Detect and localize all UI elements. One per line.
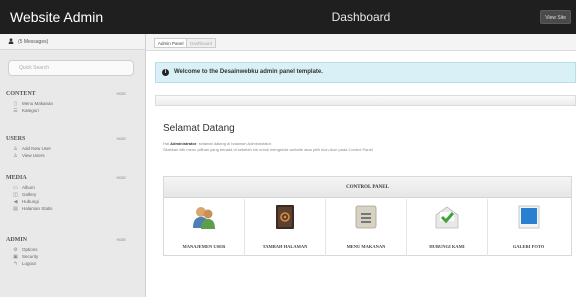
page-icon: ▤ bbox=[13, 206, 18, 212]
alert-text: Welcome to the Desainwebku admin panel t… bbox=[174, 69, 323, 75]
welcome-line2: Silahkan klik menu pilihan yang berada d… bbox=[163, 147, 373, 152]
control-panel: CONTROL PANEL MANAJEMEN USER TAMBAH HALA… bbox=[163, 176, 572, 256]
sidebar-item-label: Kategori bbox=[22, 108, 39, 113]
panel-item-label: GALERI FOTO bbox=[512, 244, 545, 249]
section-users: USERS HIDE ♙ Add New User ♙ View Users bbox=[0, 133, 146, 159]
sidebar-item-security[interactable]: ▣ Security bbox=[0, 253, 146, 260]
panel-item-menu-makanan[interactable]: MENU MAKANAN bbox=[326, 199, 407, 256]
tab-dashboard[interactable]: Dashboard bbox=[186, 38, 217, 48]
sidebar-item-label: Options bbox=[22, 247, 38, 252]
sidebar-item-hubungi[interactable]: ◀ Hubungi bbox=[0, 198, 146, 205]
welcome-line1-rest: , selamat datang di halaman Administrato… bbox=[196, 141, 272, 146]
sidebar-item-add-new-user[interactable]: ♙ Add New User bbox=[0, 145, 146, 152]
messages-link[interactable]: (5 Messages) bbox=[0, 34, 145, 50]
toolbar-strip bbox=[155, 95, 576, 106]
panel-item-tambah-halaman[interactable]: TAMBAH HALAMAN bbox=[245, 199, 326, 256]
sidebar-item-menu-makanan[interactable]: ▯ Menu Makanan bbox=[0, 100, 146, 107]
sidebar-item-label: Gallery bbox=[22, 192, 37, 197]
sidebar-item-label: Add New User bbox=[22, 146, 52, 151]
logout-icon: ↰ bbox=[13, 261, 18, 267]
users-icon bbox=[193, 207, 215, 229]
address-book-icon bbox=[276, 205, 294, 229]
page-title: Dashboard bbox=[331, 10, 391, 24]
info-icon: i bbox=[162, 69, 169, 76]
panel-item-label: TAMBAH HALAMAN bbox=[262, 244, 308, 249]
site-brand[interactable]: Website Admin bbox=[0, 0, 146, 34]
messages-label: (5 Messages) bbox=[18, 39, 49, 45]
view-site-button[interactable]: View Site bbox=[540, 10, 571, 24]
section-admin: ADMIN HIDE ⚙ Options ▣ Security ↰ Logout bbox=[0, 234, 146, 267]
document-icon bbox=[355, 205, 377, 229]
hide-link[interactable]: HIDE bbox=[116, 234, 126, 246]
sidebar-item-label: Halaman Statis bbox=[22, 206, 53, 211]
sidebar-item-label: Menu Makanan bbox=[22, 101, 54, 106]
section-title: MEDIA bbox=[6, 175, 27, 181]
section-content: CONTENT HIDE ▯ Menu Makanan ☰ Kategori bbox=[0, 88, 146, 114]
section-title: ADMIN bbox=[6, 237, 27, 243]
sidebar-item-label: Logout bbox=[22, 261, 36, 266]
section-title: USERS bbox=[6, 136, 26, 142]
mail-icon bbox=[435, 206, 459, 229]
welcome-alert: i Welcome to the Desainwebku admin panel… bbox=[155, 62, 576, 83]
sidebar-item-view-users[interactable]: ♙ View Users bbox=[0, 152, 146, 159]
section-title: CONTENT bbox=[6, 91, 36, 97]
hide-link[interactable]: HIDE bbox=[116, 133, 126, 145]
welcome-username: Administrator bbox=[170, 141, 197, 146]
sidebar-item-label: Album bbox=[22, 185, 35, 190]
welcome-heading: Selamat Datang bbox=[163, 123, 235, 134]
breadcrumb: Admin Panel Dashboard bbox=[146, 34, 576, 51]
sidebar: (5 Messages) Quick Search CONTENT HIDE ▯ M… bbox=[0, 34, 146, 297]
sidebar-item-halaman-statis[interactable]: ▤ Halaman Statis bbox=[0, 205, 146, 212]
panel-item-label: HUBUNGI KAMI bbox=[429, 244, 465, 249]
users-icon: ♙ bbox=[13, 153, 18, 159]
panel-item-label: MANAJEMEN USER bbox=[182, 244, 226, 249]
sidebar-item-kategori[interactable]: ☰ Kategori bbox=[0, 107, 146, 114]
top-header: Website Admin Dashboard View Site bbox=[0, 0, 576, 34]
panel-item-hubungi-kami[interactable]: HUBUNGI KAMI bbox=[407, 199, 488, 256]
sidebar-item-label: Security bbox=[22, 254, 39, 259]
panel-item-galeri-foto[interactable]: GALERI FOTO bbox=[488, 199, 569, 256]
hide-link[interactable]: HIDE bbox=[116, 172, 126, 184]
panel-item-label: MENU MAKANAN bbox=[346, 244, 386, 249]
sidebar-item-label: View Users bbox=[22, 153, 45, 158]
list-icon: ☰ bbox=[13, 108, 18, 114]
sidebar-item-album[interactable]: ▭ Album bbox=[0, 184, 146, 191]
tab-admin-panel[interactable]: Admin Panel bbox=[154, 38, 188, 48]
photo-icon bbox=[518, 205, 539, 229]
sidebar-item-gallery[interactable]: ◫ Gallery bbox=[0, 191, 146, 198]
sidebar-item-options[interactable]: ⚙ Options bbox=[0, 246, 146, 253]
search-input[interactable]: Quick Search bbox=[8, 60, 134, 76]
section-media: MEDIA HIDE ▭ Album ◫ Gallery ◀ Hubungi ▤ Hala… bbox=[0, 172, 146, 212]
sidebar-item-label: Hubungi bbox=[22, 199, 39, 204]
control-panel-title: CONTROL PANEL bbox=[164, 177, 571, 198]
hide-link[interactable]: HIDE bbox=[116, 88, 126, 100]
user-icon bbox=[8, 38, 14, 44]
panel-item-manajemen-user[interactable]: MANAJEMEN USER bbox=[164, 199, 245, 256]
sidebar-item-logout[interactable]: ↰ Logout bbox=[0, 260, 146, 267]
welcome-prefix: Hai bbox=[163, 141, 170, 146]
welcome-text: Hai Administrator, selamat datang di hal… bbox=[163, 141, 373, 153]
